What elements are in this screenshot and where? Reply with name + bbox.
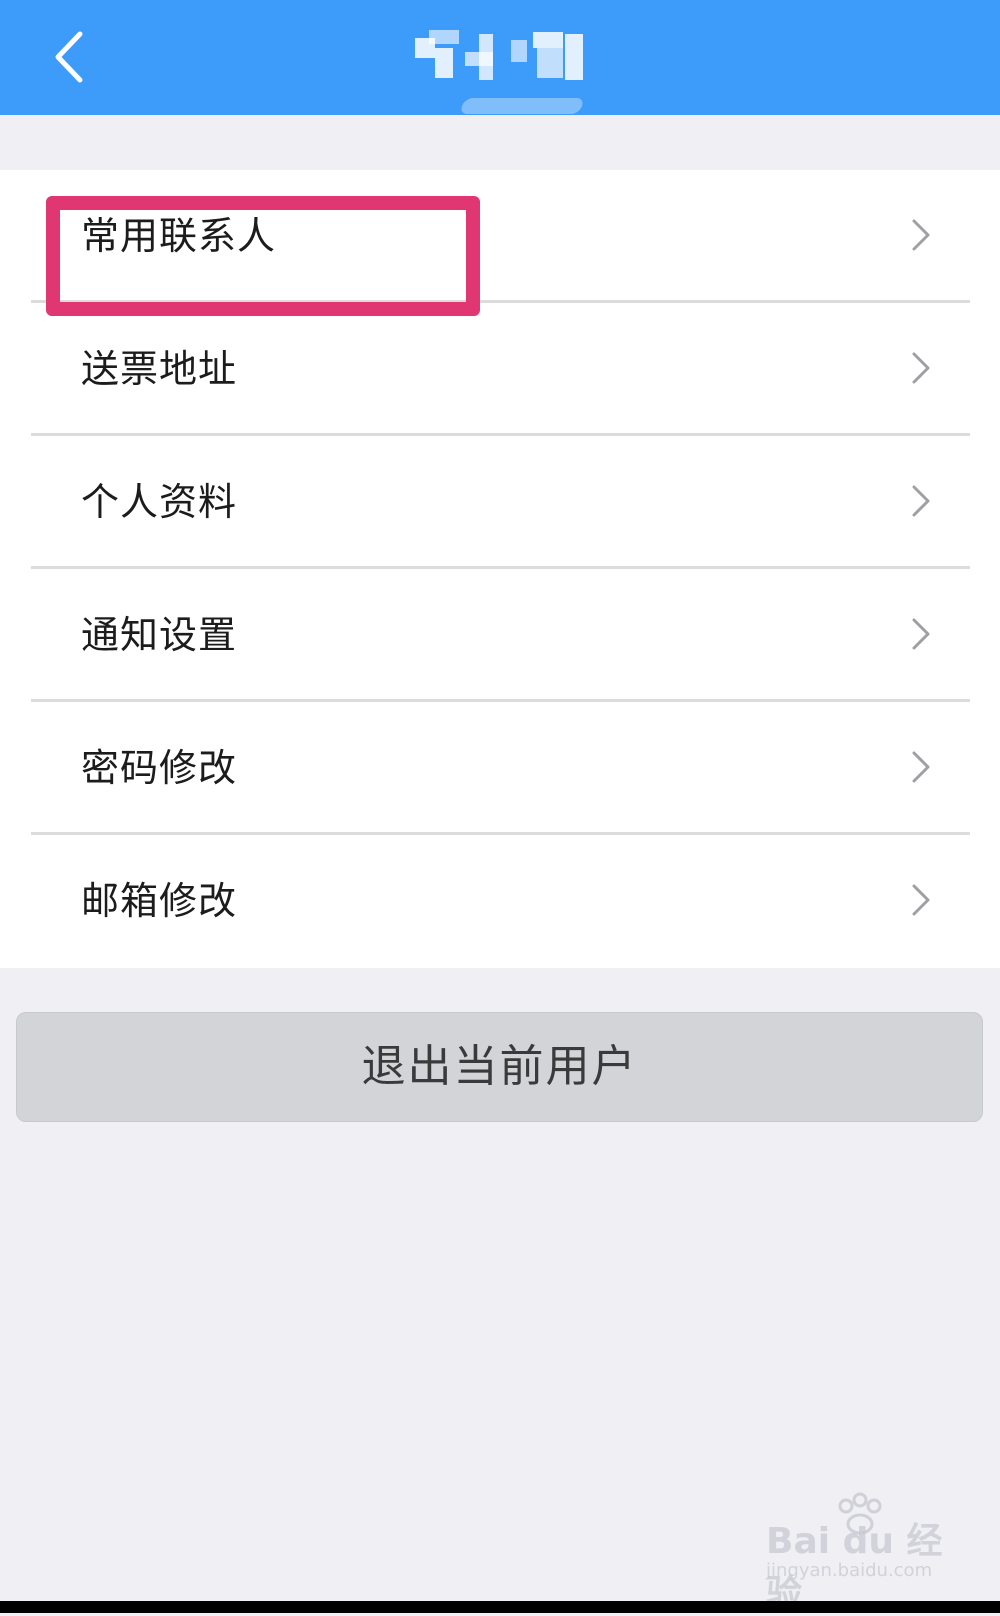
settings-menu: 常用联系人 送票地址 个人资料 通知设置 密码修改 邮箱修改 xyxy=(0,170,1000,968)
menu-item-notification-settings[interactable]: 通知设置 xyxy=(0,569,1000,702)
menu-item-change-email[interactable]: 邮箱修改 xyxy=(0,835,1000,968)
menu-item-label: 常用联系人 xyxy=(81,214,277,258)
menu-item-label: 个人资料 xyxy=(81,480,238,524)
bottom-edge-bar xyxy=(0,1601,1000,1613)
chevron-right-icon xyxy=(912,618,930,650)
page-title-redacted xyxy=(415,30,585,86)
paw-icon xyxy=(838,1492,882,1535)
watermark-url: jingyan.baidu.com xyxy=(766,1560,933,1581)
page-title xyxy=(0,0,1,1)
menu-item-profile[interactable]: 个人资料 xyxy=(0,436,1000,569)
chevron-right-icon xyxy=(912,884,930,916)
menu-item-change-password[interactable]: 密码修改 xyxy=(0,702,1000,835)
logout-button[interactable]: 退出当前用户 xyxy=(16,1012,983,1122)
menu-item-label: 密码修改 xyxy=(81,746,238,790)
menu-item-contacts[interactable]: 常用联系人 xyxy=(0,170,1000,303)
chevron-right-icon xyxy=(912,485,930,517)
chevron-right-icon xyxy=(912,352,930,384)
menu-item-label: 邮箱修改 xyxy=(81,879,238,923)
chevron-left-icon xyxy=(55,31,83,83)
chevron-right-icon xyxy=(912,751,930,783)
menu-item-label: 送票地址 xyxy=(81,347,238,391)
menu-item-label: 通知设置 xyxy=(81,613,238,657)
menu-item-ticket-address[interactable]: 送票地址 xyxy=(0,303,1000,436)
chevron-right-icon xyxy=(912,219,930,251)
title-smear xyxy=(459,98,585,114)
baidu-jingyan-watermark: Bai du 经验 jingyan.baidu.com xyxy=(766,1492,966,1614)
back-button[interactable] xyxy=(40,22,110,92)
app-header xyxy=(0,0,1000,115)
